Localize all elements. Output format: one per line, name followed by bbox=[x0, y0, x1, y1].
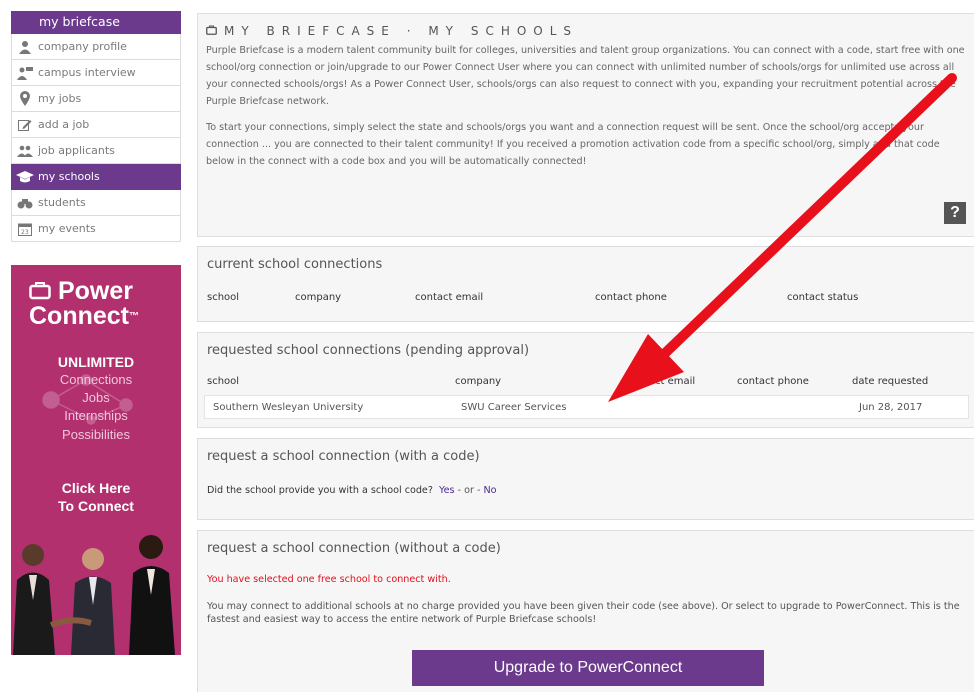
sidebar-item-students[interactable]: students bbox=[11, 190, 181, 216]
with-code-panel: request a school connection (with a code… bbox=[197, 438, 974, 520]
page-title: MY BRIEFCASE · MY SCHOOLS bbox=[206, 24, 974, 38]
briefcase-icon bbox=[29, 277, 58, 305]
briefcase-icon bbox=[206, 24, 217, 38]
section-title: request a school connection (with a code… bbox=[207, 449, 480, 464]
sidebar-item-label: students bbox=[38, 196, 86, 209]
section-title: request a school connection (without a c… bbox=[207, 541, 501, 556]
intro-paragraph: Purple Briefcase is a modern talent comm… bbox=[206, 45, 965, 107]
sidebar-header: my briefcase bbox=[11, 11, 181, 34]
graduation-cap-icon bbox=[12, 170, 38, 183]
person-icon bbox=[12, 40, 38, 54]
column-header: contact phone bbox=[737, 376, 809, 387]
current-connections-panel: current school connections school compan… bbox=[197, 246, 974, 322]
interview-icon bbox=[12, 66, 38, 80]
sidebar-item-label: my jobs bbox=[38, 92, 82, 105]
sidebar-item-label: my schools bbox=[38, 170, 100, 183]
intro-panel: MY BRIEFCASE · MY SCHOOLS Purple Briefca… bbox=[197, 13, 974, 237]
intro-paragraph: To start your connections, simply select… bbox=[206, 122, 940, 167]
section-title: requested school connections (pending ap… bbox=[207, 343, 530, 358]
yes-link[interactable]: Yes bbox=[439, 485, 455, 496]
sidebar-item-campus-interview[interactable]: campus interview bbox=[11, 60, 181, 86]
business-people-photo bbox=[13, 535, 175, 655]
sidebar-item-job-applicants[interactable]: job applicants bbox=[11, 138, 181, 164]
binoculars-icon bbox=[12, 197, 38, 209]
column-header: school bbox=[207, 376, 240, 387]
location-pin-icon bbox=[12, 91, 38, 106]
power-connect-logo: Power Connect™ bbox=[29, 277, 139, 330]
promo-click-here[interactable]: Click Here To Connect bbox=[11, 479, 181, 515]
sidebar-item-my-schools[interactable]: my schools bbox=[11, 164, 181, 190]
cell-company: SWU Career Services bbox=[461, 402, 567, 413]
info-text: You may connect to additional schools at… bbox=[207, 601, 960, 625]
promo-feature: Possibilities bbox=[62, 427, 130, 442]
sidebar-item-label: campus interview bbox=[38, 66, 136, 79]
sidebar-item-label: company profile bbox=[38, 40, 127, 53]
edit-icon bbox=[12, 118, 38, 132]
column-header: school bbox=[207, 292, 240, 303]
sidebar-item-label: my events bbox=[38, 222, 96, 235]
no-link[interactable]: No bbox=[483, 485, 496, 496]
sidebar-item-label: job applicants bbox=[38, 144, 115, 157]
promo-unlimited: UNLIMITED bbox=[57, 354, 135, 370]
sidebar: my briefcase company profile campus inte… bbox=[11, 11, 181, 242]
help-button[interactable]: ? bbox=[944, 202, 966, 224]
svg-text:23: 23 bbox=[21, 229, 29, 236]
sidebar-item-my-jobs[interactable]: my jobs bbox=[11, 86, 181, 112]
sidebar-item-label: add a job bbox=[38, 118, 90, 131]
calendar-icon: 23 bbox=[12, 222, 38, 236]
column-header: date requested bbox=[852, 376, 929, 387]
school-code-question: Did the school provide you with a school… bbox=[207, 485, 497, 496]
group-icon bbox=[12, 144, 38, 158]
cell-date: Jun 28, 2017 bbox=[859, 402, 923, 413]
sidebar-item-add-a-job[interactable]: add a job bbox=[11, 112, 181, 138]
column-header: contact email bbox=[627, 376, 696, 387]
requested-connections-panel: requested school connections (pending ap… bbox=[197, 332, 974, 428]
section-title: current school connections bbox=[207, 257, 383, 272]
column-header: company bbox=[295, 292, 342, 303]
column-header: contact status bbox=[787, 292, 859, 303]
column-header: company bbox=[455, 376, 502, 387]
column-header: contact email bbox=[415, 292, 484, 303]
without-code-panel: request a school connection (without a c… bbox=[197, 530, 974, 692]
power-connect-banner[interactable]: Power Connect™ UNLIMITED Connections Job… bbox=[11, 265, 181, 655]
promo-feature: Connections bbox=[59, 372, 133, 387]
upgrade-button[interactable]: Upgrade to PowerConnect bbox=[412, 650, 764, 686]
sidebar-item-my-events[interactable]: 23 my events bbox=[11, 216, 181, 242]
promo-feature: Internships bbox=[64, 408, 128, 423]
column-header: contact phone bbox=[595, 292, 667, 303]
table-row[interactable]: Southern Wesleyan University SWU Career … bbox=[204, 395, 969, 419]
warning-message: You have selected one free school to con… bbox=[207, 574, 451, 585]
promo-feature: Jobs bbox=[82, 390, 110, 405]
cell-school: Southern Wesleyan University bbox=[213, 402, 364, 413]
sidebar-item-company-profile[interactable]: company profile bbox=[11, 34, 181, 60]
